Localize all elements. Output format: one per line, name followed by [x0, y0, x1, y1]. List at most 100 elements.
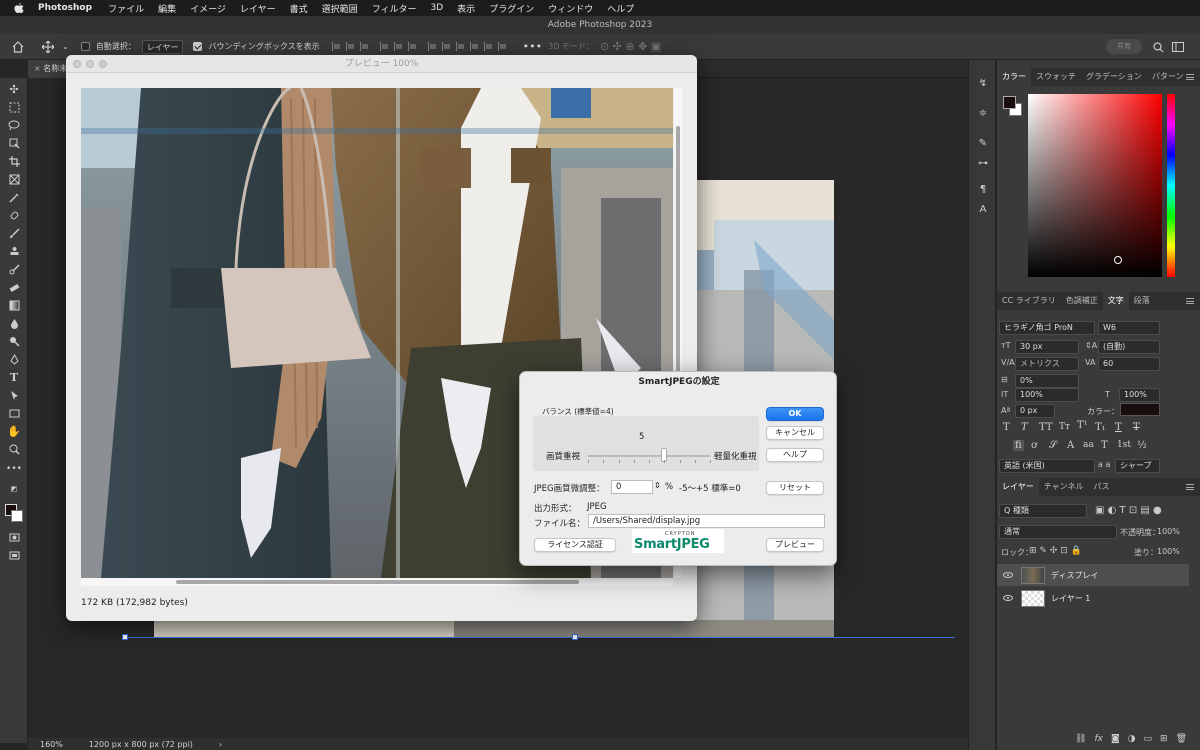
- align-right-icon[interactable]: [359, 42, 369, 51]
- stepper-icon[interactable]: ⇕: [654, 481, 661, 490]
- close-icon[interactable]: ×: [34, 64, 43, 73]
- blur-icon[interactable]: [7, 316, 21, 330]
- tab-adjustments[interactable]: 色調補正: [1061, 292, 1103, 310]
- tsume-field[interactable]: 0%: [1015, 374, 1079, 388]
- screen-mode-icon[interactable]: [7, 548, 21, 562]
- ligature-icon[interactable]: ﬁ: [1013, 440, 1024, 451]
- apple-icon[interactable]: [14, 2, 24, 14]
- menu-layer[interactable]: レイヤー: [240, 2, 276, 15]
- tab-channels[interactable]: チャンネル: [1039, 478, 1089, 496]
- color-picker-field[interactable]: [1028, 94, 1162, 277]
- document-tab[interactable]: × 名称未: [28, 60, 68, 78]
- distribute-middle-icon[interactable]: [483, 42, 493, 51]
- healing-brush-icon[interactable]: [7, 208, 21, 222]
- filename-input[interactable]: /Users/Shared/display.jpg: [588, 514, 825, 528]
- menu-select[interactable]: 選択範囲: [322, 2, 358, 15]
- rectangle-icon[interactable]: [7, 406, 21, 420]
- swash-icon[interactable]: 𝒮: [1049, 440, 1057, 451]
- trash-icon[interactable]: 🗑: [1176, 734, 1187, 744]
- balance-slider[interactable]: [588, 455, 710, 457]
- menu-view[interactable]: 表示: [457, 2, 475, 15]
- tab-paragraph[interactable]: 段落: [1129, 292, 1155, 310]
- menu-plugins[interactable]: プラグイン: [489, 2, 534, 15]
- menu-filter[interactable]: フィルター: [372, 2, 417, 15]
- stylistic-alternates-icon[interactable]: A: [1067, 440, 1074, 451]
- object-select-icon[interactable]: [7, 136, 21, 150]
- baseline-shift-field[interactable]: 0 px: [1015, 404, 1055, 418]
- crop-icon[interactable]: [7, 154, 21, 168]
- text-color-swatch[interactable]: [1120, 403, 1160, 416]
- distribute-center-icon[interactable]: [441, 42, 451, 51]
- faux-bold-icon[interactable]: T: [1003, 422, 1010, 433]
- tab-color[interactable]: カラー: [997, 68, 1031, 86]
- antialias-select[interactable]: シャープ: [1115, 459, 1160, 473]
- discretionary-ligature-icon[interactable]: ơ: [1031, 440, 1037, 451]
- transform-handle[interactable]: [572, 634, 578, 640]
- tracking-field[interactable]: 60: [1098, 357, 1160, 371]
- align-left-icon[interactable]: [331, 42, 341, 51]
- align-center-icon[interactable]: [345, 42, 355, 51]
- transform-handle[interactable]: [122, 634, 128, 640]
- cancel-button[interactable]: キャンセル: [766, 426, 824, 440]
- hue-slider[interactable]: [1167, 94, 1175, 277]
- zoom-level[interactable]: 160%: [40, 740, 63, 749]
- fx-icon[interactable]: fx: [1094, 734, 1103, 744]
- background-color-swatch[interactable]: [11, 510, 23, 522]
- search-icon[interactable]: [1150, 39, 1166, 55]
- tool-presets-icon[interactable]: ⊶: [975, 158, 991, 172]
- auto-select-checkbox[interactable]: [80, 42, 90, 51]
- font-weight-select[interactable]: W6: [1098, 321, 1160, 335]
- language-select[interactable]: 英語 (米国): [999, 459, 1095, 473]
- horizontal-scale-field[interactable]: 100%: [1119, 388, 1160, 402]
- fine-tune-input[interactable]: 0: [611, 480, 653, 494]
- move-icon[interactable]: ✣: [7, 82, 21, 96]
- tab-character[interactable]: 文字: [1102, 292, 1129, 310]
- share-button[interactable]: 共有: [1106, 39, 1142, 54]
- preview-button[interactable]: プレビュー: [766, 538, 824, 552]
- menu-app[interactable]: Photoshop: [38, 3, 92, 13]
- quick-mask-icon[interactable]: [7, 530, 21, 544]
- character-styles-icon[interactable]: A: [975, 204, 991, 218]
- help-button[interactable]: ヘルプ: [766, 448, 824, 462]
- adjustments-icon[interactable]: ≑: [975, 108, 991, 122]
- frame-icon[interactable]: [7, 172, 21, 186]
- history-icon[interactable]: ↯: [975, 78, 991, 92]
- faux-italic-icon[interactable]: T: [1021, 422, 1028, 433]
- opacity-value[interactable]: 100%: [1157, 527, 1180, 536]
- window-zoom-button[interactable]: [99, 60, 107, 68]
- align-bottom-icon[interactable]: [407, 42, 417, 51]
- chevron-down-icon[interactable]: ⌄: [62, 42, 69, 51]
- visibility-eye-icon[interactable]: [1003, 595, 1013, 601]
- menu-3d[interactable]: 3D: [431, 3, 444, 13]
- all-caps-icon[interactable]: TT: [1039, 422, 1053, 433]
- eyedropper-icon[interactable]: [7, 190, 21, 204]
- fill-value[interactable]: 100%: [1157, 547, 1180, 556]
- subscript-icon[interactable]: T₁: [1095, 422, 1106, 433]
- add-mask-icon[interactable]: ◙: [1111, 734, 1120, 744]
- underline-icon[interactable]: T: [1115, 422, 1122, 433]
- tab-layers[interactable]: レイヤー: [997, 478, 1039, 496]
- home-icon[interactable]: [10, 39, 26, 55]
- dodge-icon[interactable]: [7, 334, 21, 348]
- distribute-right-icon[interactable]: [455, 42, 465, 51]
- default-colors-icon[interactable]: ◩: [7, 484, 21, 494]
- adjustment-layer-icon[interactable]: ◑: [1128, 734, 1136, 744]
- horizontal-scrollbar[interactable]: [81, 578, 673, 586]
- more-tools-icon[interactable]: •••: [6, 462, 22, 476]
- move-tool-icon[interactable]: [40, 39, 56, 55]
- kerning-field[interactable]: メトリクス: [1015, 357, 1079, 371]
- font-family-select[interactable]: ヒラギノ角ゴ ProN: [999, 321, 1095, 335]
- layer-row[interactable]: ディスプレイ: [997, 564, 1189, 586]
- ordinal-st-icon[interactable]: 1st: [1117, 440, 1131, 450]
- small-caps-icon[interactable]: Tт: [1059, 422, 1070, 432]
- blend-mode-select[interactable]: 通常: [999, 525, 1117, 539]
- tab-paths[interactable]: パス: [1089, 478, 1115, 496]
- menu-window[interactable]: ウィンドウ: [548, 2, 593, 15]
- tab-swatches[interactable]: スウォッチ: [1031, 68, 1081, 86]
- lasso-icon[interactable]: [7, 118, 21, 132]
- distribute-bottom-icon[interactable]: [497, 42, 507, 51]
- eraser-icon[interactable]: [7, 280, 21, 294]
- bounding-box-checkbox[interactable]: [193, 42, 203, 51]
- hand-icon[interactable]: ✋: [7, 424, 21, 438]
- pen-icon[interactable]: [7, 352, 21, 366]
